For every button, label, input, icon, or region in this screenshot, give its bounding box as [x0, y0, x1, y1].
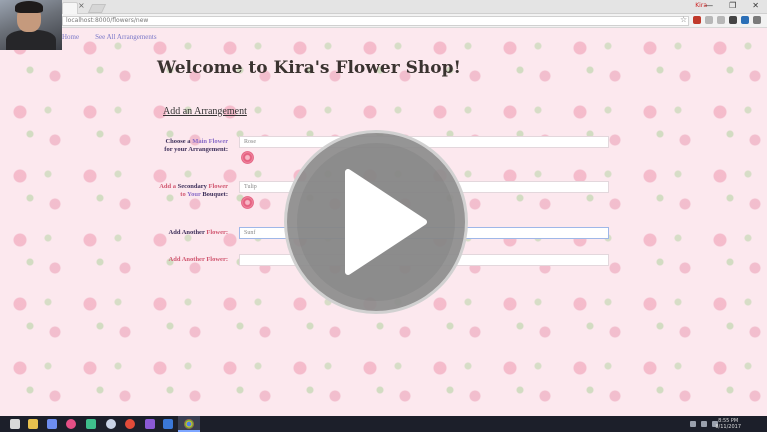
extension-icons	[693, 16, 761, 24]
system-tray-icons	[690, 421, 718, 427]
new-tab-button[interactable]	[87, 4, 107, 13]
label-text: Flower:	[206, 229, 228, 236]
bookmark-star-icon[interactable]: ☆	[680, 15, 687, 24]
clock-date: 8/11/2017	[715, 424, 741, 430]
main-flower-label: Choose a Main Flower for your Arrangemen…	[158, 138, 228, 154]
label-text: Add a	[159, 183, 176, 190]
label-text: for your	[164, 146, 187, 153]
network-icon[interactable]	[701, 421, 707, 427]
label-text: Add Another	[168, 229, 205, 236]
label-text: Arrangement:	[188, 146, 228, 153]
another-flower-2-label: Add Another Flower:	[168, 256, 228, 263]
chrome-taskbar-button[interactable]	[178, 416, 200, 432]
minimize-icon[interactable]: —	[705, 1, 713, 10]
maximize-icon[interactable]: ❐	[729, 1, 736, 10]
webcam-person-body	[6, 30, 56, 50]
chrome-icon	[184, 419, 194, 429]
label-text: Choose a	[165, 138, 191, 145]
section-title: Add an Arrangement	[163, 106, 247, 117]
label-text: Main Flower	[192, 138, 228, 145]
taskbar-app-icon[interactable]	[145, 419, 155, 429]
play-icon	[345, 169, 427, 275]
tab-close-icon[interactable]: ×	[78, 1, 85, 10]
secondary-flower-label: Add a Secondary Flower to Your Bouquet:	[158, 183, 228, 199]
another-flower-label: Add Another Flower:	[158, 229, 228, 237]
taskbar-app-icon[interactable]	[47, 419, 57, 429]
browser-toolbar: localhost:8000/flowers/new	[0, 14, 767, 28]
browser-tab[interactable]	[62, 2, 78, 14]
top-nav: Home See All Arrangements	[62, 33, 157, 41]
nav-link-all-arrangements[interactable]: See All Arrangements	[95, 33, 156, 41]
extension-icon[interactable]	[717, 16, 725, 24]
webcam-person-hair	[15, 1, 43, 13]
screen: × Kira — ❐ ✕ localhost:8000/flowers/new …	[0, 0, 767, 432]
taskbar-app-icon[interactable]	[66, 419, 76, 429]
tray-icon[interactable]	[690, 421, 696, 427]
close-window-icon[interactable]: ✕	[752, 1, 759, 10]
label-text: Bouquet:	[202, 191, 228, 198]
address-bar[interactable]: localhost:8000/flowers/new	[62, 16, 689, 26]
taskbar-app-icon[interactable]	[163, 419, 173, 429]
rose-icon	[241, 151, 254, 164]
window-controls: — ❐ ✕	[705, 1, 759, 10]
rose-icon	[241, 196, 254, 209]
opera-icon[interactable]	[125, 419, 135, 429]
file-explorer-icon[interactable]	[28, 419, 38, 429]
label-text: Secondary	[177, 183, 207, 190]
webcam-overlay	[0, 0, 62, 50]
start-icon[interactable]	[10, 419, 20, 429]
video-play-button[interactable]	[284, 130, 468, 314]
browser-tab-strip: × Kira — ❐ ✕	[0, 0, 767, 14]
clock[interactable]: 8:55 PM 8/11/2017	[715, 418, 741, 430]
label-text: Your	[187, 191, 201, 198]
taskbar-app-icon[interactable]	[106, 419, 116, 429]
menu-icon[interactable]	[753, 16, 761, 24]
taskbar-app-icon[interactable]	[86, 419, 96, 429]
adblock-icon[interactable]	[693, 16, 701, 24]
taskbar: 8:55 PM 8/11/2017	[0, 416, 767, 432]
nav-link-home[interactable]: Home	[62, 33, 79, 41]
extension-icon[interactable]	[705, 16, 713, 24]
extension-icon[interactable]	[729, 16, 737, 24]
extension-icon[interactable]	[741, 16, 749, 24]
page-title: Welcome to Kira's Flower Shop!	[157, 58, 461, 78]
